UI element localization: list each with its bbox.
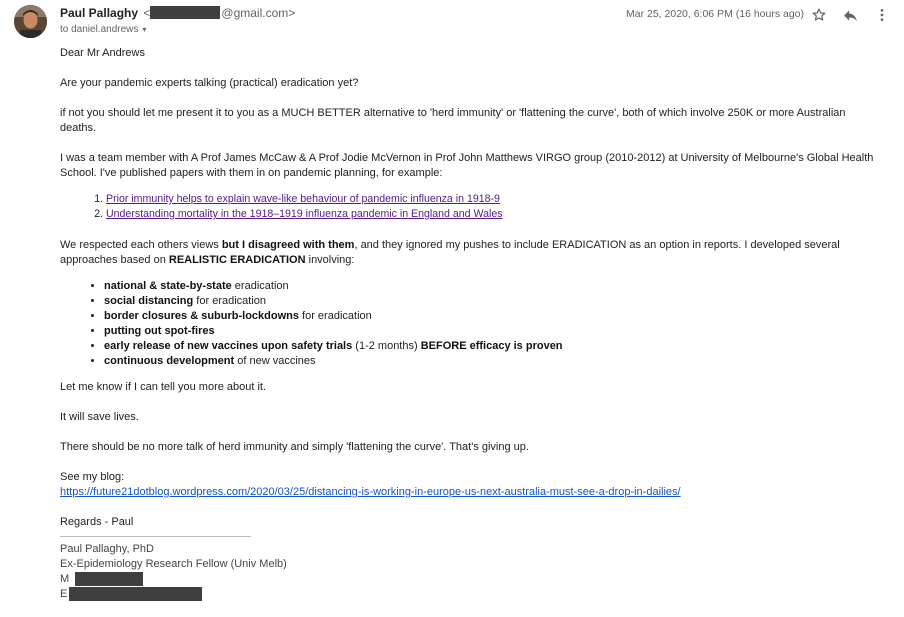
paragraph-better-alternative: if not you should let me present it to y…: [60, 107, 846, 134]
redacted-email-block: [69, 587, 203, 602]
list-item: Understanding mortality in the 1918–1919…: [106, 207, 880, 222]
bold-text: REALISTIC ERADICATION: [168, 254, 306, 266]
paragraph-eradication-question: Are your pandemic experts talking (pract…: [60, 77, 359, 89]
bold-text: putting out spot-fires: [104, 325, 215, 337]
list-item: early release of new vaccines upon safet…: [104, 339, 880, 354]
regards: Regards - Paul: [60, 516, 134, 528]
list-item: putting out spot-fires: [104, 324, 880, 339]
star-button[interactable]: [808, 4, 830, 26]
redacted-phone-block: [75, 572, 144, 587]
sender-email-domain: @gmail.com>: [221, 6, 296, 20]
reply-icon: [843, 10, 857, 21]
list-item: national & state-by-state eradication: [104, 279, 880, 294]
text-span: eradication: [231, 280, 289, 292]
list-item: Prior immunity helps to explain wave-lik…: [106, 192, 880, 207]
star-icon: [812, 8, 826, 21]
signature-email-row: E: [60, 587, 880, 602]
signature-title: Ex-Epidemiology Research Fellow (Univ Me…: [60, 558, 287, 570]
sender-name[interactable]: Paul Pallaghy: [60, 6, 138, 20]
message-body: Dear Mr Andrews Are your pandemic expert…: [60, 46, 880, 602]
text-span: involving:: [305, 254, 355, 266]
recipient-line[interactable]: to daniel.andrews ▾: [60, 23, 146, 37]
bold-text: early release of new vaccines upon safet…: [104, 340, 353, 352]
text-span: of new vaccines: [234, 355, 316, 367]
list-item: social distancing for eradication: [104, 294, 880, 309]
bold-text: national & state-by-state: [104, 280, 232, 292]
bold-text: border closures & suburb-lockdowns: [104, 310, 299, 322]
sender-avatar[interactable]: [14, 5, 47, 38]
signature-block: Paul Pallaghy, PhD Ex-Epidemiology Resea…: [60, 542, 880, 602]
more-vert-icon: [880, 9, 884, 21]
sender-email-open: <: [143, 6, 151, 20]
list-item: border closures & suburb-lockdowns for e…: [104, 309, 880, 324]
blog-link[interactable]: https://future21dotblog.wordpress.com/20…: [60, 486, 681, 498]
sender-line: Paul Pallaghy < @gmail.com>: [60, 6, 295, 20]
signature-divider: [60, 536, 251, 537]
papers-list: Prior immunity helps to explain wave-lik…: [60, 192, 880, 222]
bold-text: but I disagreed with them: [221, 239, 355, 251]
signature-name: Paul Pallaghy, PhD: [60, 543, 154, 555]
signature-mobile-label: M: [60, 573, 70, 585]
paragraph-no-herd-immunity: There should be no more talk of herd imm…: [60, 441, 529, 453]
paragraph-tell-more: Let me know if I can tell you more about…: [60, 381, 267, 393]
text-span: We respected each others views: [60, 239, 222, 251]
paper-link-mortality[interactable]: Understanding mortality in the 1918–1919…: [106, 208, 503, 220]
bold-text: continuous development: [104, 355, 235, 367]
list-item: continuous development of new vaccines: [104, 354, 880, 369]
redacted-email-block: [150, 6, 221, 20]
paper-link-prior-immunity[interactable]: Prior immunity helps to explain wave-lik…: [106, 193, 500, 205]
greeting: Dear Mr Andrews: [60, 47, 145, 59]
message-date: Mar 25, 2020, 6:06 PM (16 hours ago): [626, 8, 805, 20]
email-message-view: Paul Pallaghy < @gmail.com> to daniel.and…: [0, 0, 904, 617]
paragraph-disagreement: We respected each others views but I dis…: [60, 238, 880, 268]
bold-text: social distancing: [104, 295, 194, 307]
blog-paragraph: See my blog: https://future21dotblog.word…: [60, 470, 880, 500]
reply-button[interactable]: [839, 4, 861, 26]
bold-text: BEFORE efficacy is proven: [420, 340, 563, 352]
approaches-list: national & state-by-state eradication so…: [60, 279, 880, 369]
paragraph-team-background: I was a team member with A Prof James Mc…: [60, 152, 874, 179]
avatar-photo: [14, 5, 47, 38]
paragraph-save-lives: It will save lives.: [60, 411, 139, 423]
recipient-label: to daniel.andrews: [60, 24, 139, 35]
signature-email-label: E: [60, 588, 68, 600]
blog-label: See my blog:: [60, 471, 125, 483]
more-options-button[interactable]: [871, 4, 893, 26]
text-span: for eradication: [298, 310, 372, 322]
signature-mobile-row: M: [60, 572, 880, 587]
chevron-down-icon[interactable]: ▾: [142, 23, 146, 37]
text-span: for eradication: [193, 295, 267, 307]
text-span: (1-2 months): [352, 340, 421, 352]
